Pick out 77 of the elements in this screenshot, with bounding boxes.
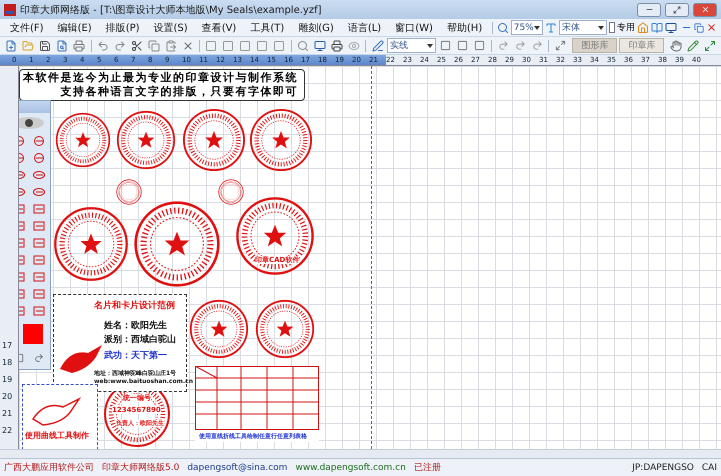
menu-item[interactable]: 设置(S)	[148, 20, 194, 34]
menu-item[interactable]: 窗口(W)	[389, 20, 439, 34]
card-text: 派别：西域白驼山	[104, 333, 176, 346]
shape-tool-icon[interactable]	[33, 136, 45, 146]
zoom-icon[interactable]	[496, 20, 509, 35]
printer-icon[interactable]	[329, 38, 344, 53]
caption-text: 使用曲线工具制作	[25, 431, 89, 441]
status-text: www.dapengsoft.com.cn	[295, 462, 406, 472]
monitor-icon[interactable]	[665, 20, 677, 35]
pen-icon[interactable]	[370, 38, 386, 53]
color-swatch[interactable]	[23, 324, 43, 344]
search-icon[interactable]	[296, 38, 310, 53]
menu-item[interactable]: 查看(V)	[196, 20, 242, 34]
seal-drawing	[182, 108, 246, 172]
seal-drawing	[255, 299, 315, 359]
ruler-number: 18	[1, 358, 14, 369]
shape-tool-icon[interactable]	[33, 255, 45, 265]
shape-tool-icon[interactable]	[33, 153, 45, 163]
cut-icon[interactable]	[129, 38, 144, 53]
card-title: 名片和卡片设计范例	[94, 299, 175, 312]
shape-tool-icon[interactable]	[33, 272, 45, 282]
fit-icon[interactable]	[702, 38, 718, 53]
ruler-number: 17	[1, 341, 14, 352]
banner-text: 支持各种语言文字的排版，只要有字体即可	[60, 85, 298, 99]
shape-tool-icon[interactable]	[33, 170, 45, 180]
card-text: 姓名：欧阳先生	[104, 319, 167, 332]
seal-drawing	[55, 112, 111, 168]
eye-icon[interactable]	[19, 116, 45, 130]
hand-icon[interactable]	[668, 38, 684, 53]
home-icon[interactable]	[637, 20, 649, 35]
print-icon[interactable]	[72, 38, 87, 53]
shape-tool-icon[interactable]	[33, 238, 45, 248]
shape-tool-icon[interactable]	[33, 221, 45, 231]
book-icon[interactable]	[651, 20, 663, 35]
ruler-number: 19	[1, 375, 14, 386]
horizontal-scrollbar[interactable]	[0, 449, 721, 458]
ruler-number: 20	[1, 392, 14, 403]
line-style-dropdown[interactable]: 实线	[387, 38, 436, 53]
maximize-icon	[673, 6, 681, 14]
app-logo-icon	[4, 4, 16, 16]
menu-item[interactable]: 工具(T)	[244, 20, 290, 34]
frame-icon[interactable]	[438, 38, 453, 53]
pencil-icon[interactable]	[685, 38, 700, 53]
status-text: 广西大鹏应用软件公司	[4, 462, 94, 474]
seal-drawing	[249, 108, 313, 172]
card-text: 武功：天下第一	[104, 349, 167, 362]
menu-item[interactable]: 语言(L)	[342, 20, 388, 34]
seal-drawing	[116, 110, 176, 170]
ruler-number: 21	[1, 409, 14, 420]
library-tab[interactable]: 印章库	[619, 38, 664, 53]
maximize-button[interactable]	[665, 2, 689, 16]
shape-tool-icon[interactable]	[33, 187, 45, 197]
status-text: 印章大师网络版5.0	[102, 462, 180, 474]
status-text: CAI	[702, 462, 717, 472]
close-button[interactable]	[693, 2, 717, 16]
menu-item[interactable]: 文件(F)	[4, 20, 50, 34]
shape-tool-icon[interactable]	[33, 306, 45, 316]
font-dropdown[interactable]: 宋体	[558, 20, 607, 35]
close-icon	[700, 5, 710, 14]
special-label: 专用	[617, 22, 635, 34]
status-text: JP:DAPENGSO	[632, 462, 694, 472]
shape-tool-icon[interactable]	[33, 204, 45, 214]
save-icon[interactable]	[38, 38, 53, 53]
status-text: dapengsoft@sina.com	[187, 462, 288, 472]
menu-item[interactable]: 编辑(E)	[52, 20, 98, 34]
ruler-number: 22	[1, 426, 14, 437]
zoom-dropdown[interactable]: 75%	[510, 20, 543, 35]
menu-item[interactable]: 雕刻(G)	[292, 20, 340, 34]
window-title: 印章大师网络版 - [T:\图章设计大师本地版\My Seals\example.yzf]	[20, 4, 323, 16]
status-text: 已注册	[414, 462, 441, 474]
menu-item[interactable]: 帮助(H)	[440, 20, 488, 34]
shape-tool-icon[interactable]	[33, 289, 45, 299]
special-checkbox[interactable]	[608, 22, 615, 33]
monitor-icon[interactable]	[312, 38, 328, 53]
banner-text: 本软件是迄今为止最为专业的印章设计与制作系统	[23, 71, 298, 85]
menu-item[interactable]: 排版(P)	[100, 20, 146, 34]
seal-drawing	[189, 299, 249, 359]
